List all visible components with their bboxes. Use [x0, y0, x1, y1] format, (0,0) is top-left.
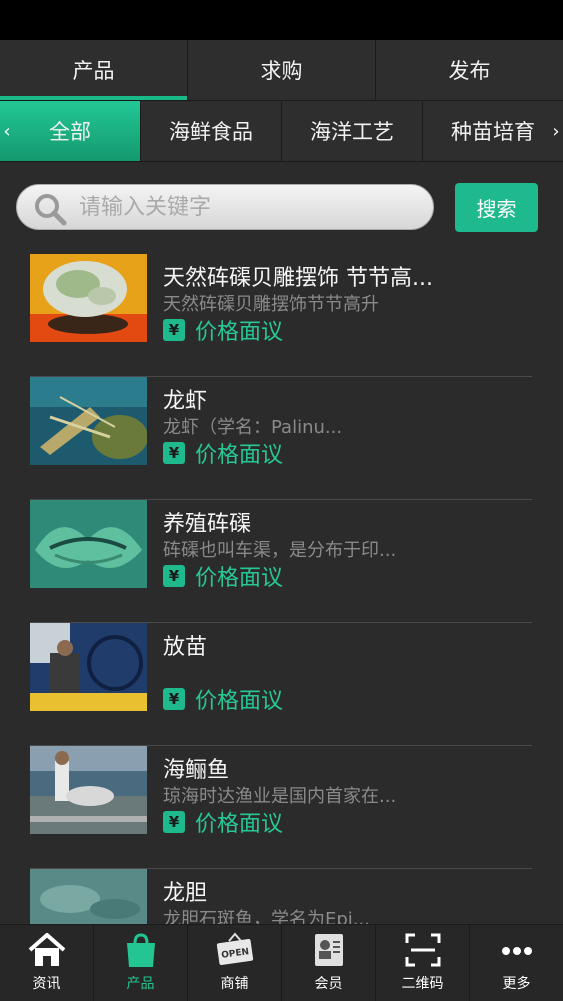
product-price: ¥ 价格面议 — [163, 683, 283, 715]
yen-icon: ¥ — [163, 565, 185, 587]
nav-label: 资讯 — [32, 976, 61, 992]
product-title: 放苗 — [163, 635, 208, 660]
product-price: ¥ 价格面议 — [163, 437, 283, 469]
nav-qr-code[interactable]: 二维码 — [376, 925, 470, 1001]
category-seedling[interactable]: 种苗培育 — [423, 101, 563, 161]
price-label: 价格面议 — [195, 566, 284, 591]
category-seafood[interactable]: 海鲜食品 — [141, 101, 282, 161]
nav-label: 会员 — [314, 976, 343, 992]
product-description: 龙虾（学名：Palinu... — [163, 417, 343, 438]
member-card-icon — [314, 934, 343, 966]
list-item[interactable]: 龙虾 龙虾（学名：Palinu... ¥ 价格面议 — [30, 377, 532, 500]
nav-products[interactable]: 产品 — [94, 925, 188, 1001]
nav-label: 更多 — [502, 976, 531, 992]
search-button[interactable]: 搜索 — [455, 183, 538, 232]
yen-icon: ¥ — [163, 811, 185, 833]
product-description: 琼海时达渔业是国内首家在... — [163, 786, 397, 807]
price-label: 价格面议 — [195, 320, 284, 345]
yen-icon: ¥ — [163, 442, 185, 464]
product-thumbnail — [30, 623, 147, 711]
yen-icon: ¥ — [163, 688, 185, 710]
home-icon — [28, 933, 65, 966]
list-item[interactable]: 天然砗磲贝雕摆饰 节节高... 天然砗磲贝雕摆饰节节高升 ¥ 价格面议 — [30, 254, 532, 377]
category-all[interactable]: 全部 — [0, 101, 141, 161]
shopping-bag-icon — [126, 933, 155, 967]
nav-member[interactable]: 会员 — [282, 925, 376, 1001]
price-label: 价格面议 — [195, 443, 284, 468]
nav-more[interactable]: 更多 — [470, 925, 563, 1001]
product-description: 天然砗磲贝雕摆饰节节高升 — [163, 294, 379, 315]
nav-shop[interactable]: OPEN 商铺 — [188, 925, 282, 1001]
product-title: 天然砗磲贝雕摆饰 节节高... — [163, 266, 433, 291]
open-sign-icon: OPEN — [216, 932, 253, 966]
list-item[interactable]: 养殖砗磲 砗磲也叫车渠，是分布于印... ¥ 价格面议 — [30, 500, 532, 623]
category-marine-crafts[interactable]: 海洋工艺 — [282, 101, 423, 161]
search-row: 搜索 — [0, 162, 563, 254]
more-icon — [501, 947, 532, 955]
price-label: 价格面议 — [195, 689, 284, 714]
category-prev-arrow-icon[interactable]: ‹ — [0, 101, 14, 161]
qr-scan-icon — [405, 933, 440, 967]
status-bar — [0, 0, 563, 40]
category-next-arrow-icon[interactable]: › — [549, 101, 563, 161]
product-thumbnail — [30, 500, 147, 588]
product-price: ¥ 价格面议 — [163, 560, 283, 592]
search-input[interactable] — [79, 185, 419, 229]
nav-label: 产品 — [126, 976, 155, 992]
top-tabs: 产品 求购 发布 — [0, 40, 563, 101]
product-description: 砗磲也叫车渠，是分布于印... — [163, 540, 397, 561]
yen-icon: ¥ — [163, 319, 185, 341]
bottom-nav: 资讯 产品 OPEN 商铺 会员 二维码 更多 — [0, 924, 563, 1001]
product-list: 天然砗磲贝雕摆饰 节节高... 天然砗磲贝雕摆饰节节高升 ¥ 价格面议 龙虾 龙… — [30, 254, 532, 991]
product-title: 养殖砗磲 — [163, 512, 252, 537]
product-title: 海鲡鱼 — [163, 758, 230, 783]
search-icon — [35, 194, 67, 226]
nav-label: 二维码 — [401, 976, 444, 992]
product-price: ¥ 价格面议 — [163, 314, 283, 346]
list-item[interactable]: 海鲡鱼 琼海时达渔业是国内首家在... ¥ 价格面议 — [30, 746, 532, 869]
tab-buy-requests[interactable]: 求购 — [188, 40, 376, 100]
price-label: 价格面议 — [195, 812, 284, 837]
category-bar: 全部 海鲜食品 海洋工艺 种苗培育 — [0, 101, 563, 162]
product-thumbnail — [30, 377, 147, 465]
product-thumbnail — [30, 869, 147, 929]
product-title: 龙胆 — [163, 881, 208, 906]
nav-label: 商铺 — [220, 976, 249, 992]
product-title: 龙虾 — [163, 389, 208, 414]
product-thumbnail — [30, 746, 147, 834]
list-item[interactable]: 放苗 ¥ 价格面议 — [30, 623, 532, 746]
product-thumbnail — [30, 254, 147, 342]
search-box — [16, 184, 434, 230]
nav-news[interactable]: 资讯 — [0, 925, 94, 1001]
tab-products[interactable]: 产品 — [0, 40, 188, 100]
tab-publish[interactable]: 发布 — [376, 40, 563, 100]
product-price: ¥ 价格面议 — [163, 806, 283, 838]
